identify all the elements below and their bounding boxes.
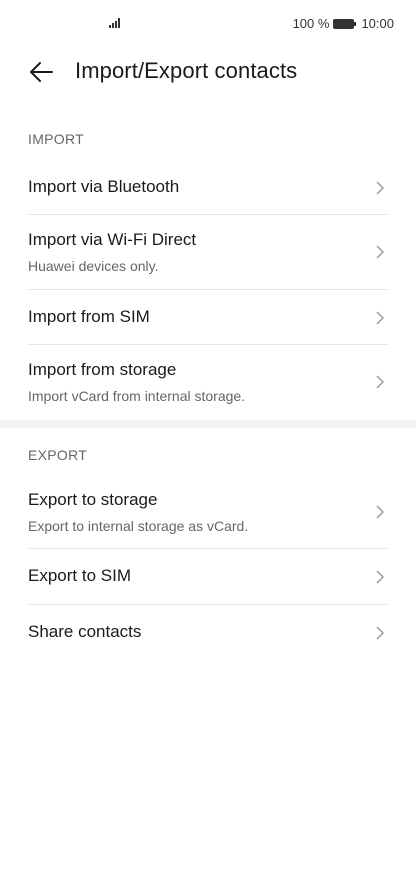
export-to-sim-row[interactable]: Export to SIM: [28, 549, 388, 604]
row-subtitle: Huawei devices only.: [28, 258, 159, 274]
import-via-wifi-direct-row[interactable]: Import via Wi-Fi Direct Huawei devices o…: [28, 215, 388, 290]
import-from-sim-row[interactable]: Import from SIM: [28, 290, 388, 345]
row-title: Share contacts: [28, 622, 142, 641]
row-title: Import from SIM: [28, 307, 150, 326]
battery-icon: [333, 18, 357, 29]
status-right: 100 % 10:00: [293, 16, 394, 31]
import-section-label: IMPORT: [28, 131, 84, 147]
app-header: Import/Export contacts: [0, 48, 416, 98]
chevron-right-icon: [376, 181, 384, 195]
chevron-right-icon: [376, 505, 384, 519]
battery-percent: 100 %: [292, 16, 330, 31]
import-from-storage-row[interactable]: Import from storage Import vCard from in…: [28, 345, 388, 420]
chevron-right-icon: [376, 311, 384, 325]
export-section-label: EXPORT: [28, 447, 88, 463]
row-title: Import from storage: [28, 360, 177, 379]
page-title: Import/Export contacts: [75, 58, 298, 83]
row-title: Export to SIM: [28, 566, 131, 585]
share-contacts-row[interactable]: Share contacts: [28, 605, 388, 660]
back-arrow-icon[interactable]: [28, 59, 54, 85]
chevron-right-icon: [376, 570, 384, 584]
export-to-storage-row[interactable]: Export to storage Export to internal sto…: [28, 473, 388, 548]
clock: 10:00: [361, 16, 394, 31]
row-subtitle: Export to internal storage as vCard.: [28, 518, 249, 534]
chevron-right-icon: [376, 375, 384, 389]
row-subtitle: Import vCard from internal storage.: [28, 388, 246, 404]
chevron-right-icon: [376, 245, 384, 259]
row-title: Import via Wi-Fi Direct: [28, 230, 197, 249]
status-bar: 100 % 10:00: [0, 0, 416, 48]
chevron-right-icon: [376, 626, 384, 640]
signal-icon: [109, 18, 120, 28]
import-via-bluetooth-row[interactable]: Import via Bluetooth: [28, 160, 388, 215]
row-title: Import via Bluetooth: [28, 177, 180, 196]
row-title: Export to storage: [28, 490, 158, 509]
section-separator: [0, 420, 416, 428]
